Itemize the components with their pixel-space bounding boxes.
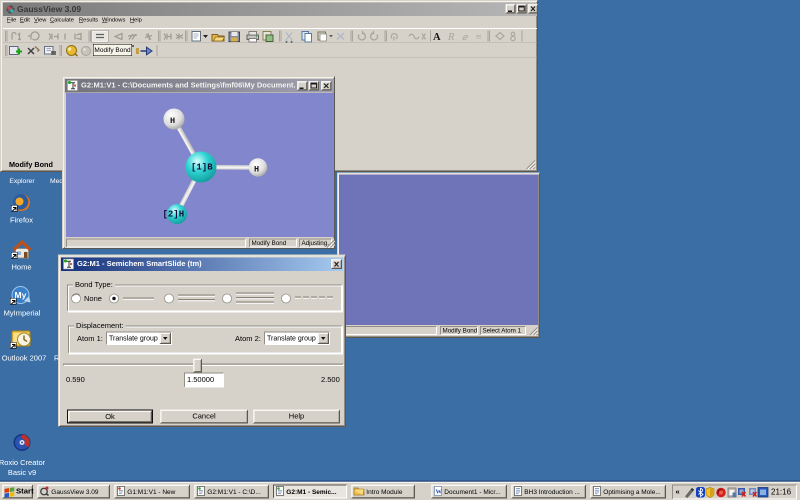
- svg-text:W: W: [436, 489, 443, 496]
- svg-text:R: R: [447, 32, 455, 43]
- svg-text:A: A: [433, 32, 441, 43]
- svg-text:≡: ≡: [475, 32, 482, 43]
- svg-text:H: H: [254, 165, 259, 175]
- svg-text:[2]H: [2]H: [163, 210, 185, 220]
- svg-text:[1]B: [1]B: [191, 163, 213, 173]
- svg-text:𝑒: 𝑒: [462, 33, 469, 43]
- svg-text:None: None: [84, 294, 102, 303]
- svg-text:H: H: [170, 116, 175, 126]
